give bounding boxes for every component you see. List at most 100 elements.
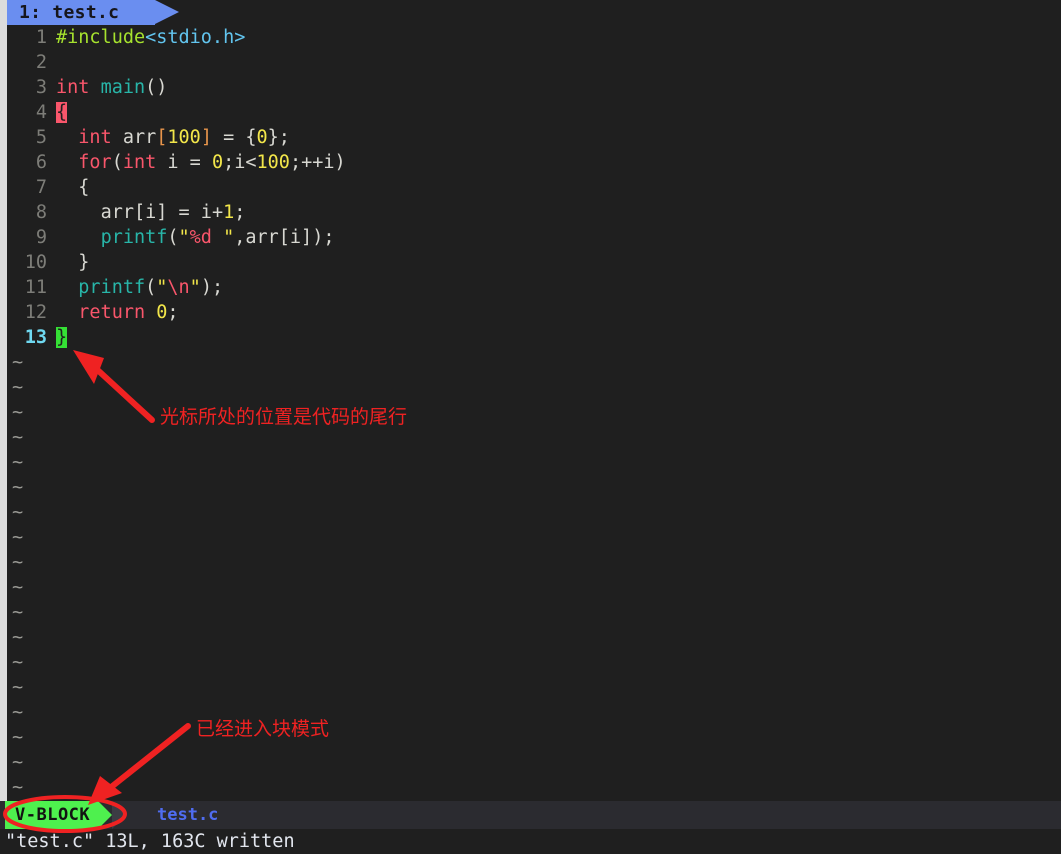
status-separator-chevron-icon <box>112 801 126 829</box>
command-line-message[interactable]: "test.c" 13L, 163C written <box>0 829 1061 854</box>
token-semicolon: ; <box>234 202 246 223</box>
token-keyword-return: return <box>78 302 146 323</box>
token-keyword-int: int <box>56 77 90 98</box>
empty-line-marker: ~ <box>12 727 24 748</box>
line-number: 9 <box>35 227 47 248</box>
token-number-0: 0 <box>211 152 224 173</box>
empty-line-marker: ~ <box>12 627 24 648</box>
statusbar: V-BLOCK test.c <box>0 801 1061 829</box>
matching-brace-highlight: { <box>56 102 68 123</box>
token-quote: " <box>178 227 190 248</box>
tabline: 1: test.c <box>7 0 1061 25</box>
code-line-7: 7 { <box>7 175 1061 200</box>
empty-line-marker: ~ <box>12 452 24 473</box>
code-line-8: 8 arr[i] = i+1; <box>7 200 1061 225</box>
token-number-0: 0 <box>156 302 168 323</box>
token-parens: () <box>145 77 168 98</box>
token-number-100: 100 <box>256 152 290 173</box>
token-paren-open: ( <box>167 227 179 248</box>
empty-line-marker: ~ <box>12 702 24 723</box>
tab-chevron-icon <box>155 0 179 24</box>
vim-window: 1: test.c 1 #include<stdio.h> 2 3 int main… <box>0 0 1061 854</box>
tab-label: 1: test.c <box>19 2 120 23</box>
empty-line-marker: ~ <box>12 477 24 498</box>
line-number: 1 <box>35 27 47 48</box>
token-function-main: main <box>100 77 146 98</box>
code-line-12: 12 return 0; <box>7 300 1061 325</box>
code-line-1: 1 #include<stdio.h> <box>7 25 1061 50</box>
status-mode-badge: V-BLOCK <box>5 801 99 829</box>
line-number: 3 <box>35 77 47 98</box>
empty-line-marker: ~ <box>12 577 24 598</box>
empty-line-marker: ~ <box>12 652 24 673</box>
line-number: 8 <box>35 202 47 223</box>
empty-line-marker: ~ <box>12 752 24 773</box>
line-number: 11 <box>24 277 47 298</box>
token-paren-open: ( <box>145 277 157 298</box>
token-keyword-int: int <box>122 152 157 173</box>
status-filename: test.c <box>157 805 219 825</box>
code-line-6: 6 for(int i = 0;i<100;++i) <box>7 150 1061 175</box>
block-cursor: } <box>56 327 68 348</box>
token-cond: ;i< <box>223 152 257 173</box>
empty-line-marker: ~ <box>12 502 24 523</box>
empty-line-marker: ~ <box>12 427 24 448</box>
token-quote: " <box>223 227 235 248</box>
code-line-11: 11 printf("\n"); <box>7 275 1061 300</box>
code-line-3: 3 int main() <box>7 75 1061 100</box>
token-brace-open: { <box>78 177 90 198</box>
token-args: ,arr[i]); <box>234 227 335 248</box>
code-line-4: 4{ <box>7 100 1061 125</box>
token-function-printf: printf <box>100 227 168 248</box>
empty-line-marker: ~ <box>12 377 24 398</box>
empty-line-marker: ~ <box>12 527 24 548</box>
empty-line-marker: ~ <box>12 402 24 423</box>
token-number-0: 0 <box>256 127 268 148</box>
status-mode-chevron-icon <box>98 801 112 829</box>
token-semicolon: ; <box>167 302 179 323</box>
line-number-current: 13 <box>24 327 47 348</box>
token-function-printf: printf <box>78 277 146 298</box>
token-assign: = { <box>211 127 257 148</box>
line-number: 10 <box>24 252 47 273</box>
token-quote: " <box>156 277 168 298</box>
code-line-9: 9 printf("%d ",arr[i]); <box>7 225 1061 250</box>
tab-test-c[interactable]: 1: test.c <box>7 0 155 25</box>
editor-buffer[interactable]: 1 #include<stdio.h> 2 3 int main() 4{ 5 in… <box>7 25 1061 801</box>
code-line-5: 5 int arr[100] = {0}; <box>7 125 1061 150</box>
token-preprocessor: #include <box>56 27 146 48</box>
line-number: 6 <box>35 152 47 173</box>
line-number: 5 <box>35 127 47 148</box>
token-brace-close: } <box>78 252 90 273</box>
line-number: 7 <box>35 177 47 198</box>
token-number-1: 1 <box>223 202 235 223</box>
token-tail: ); <box>200 277 224 298</box>
token-increment: ;++i) <box>289 152 346 173</box>
token-number-100: 100 <box>167 127 201 148</box>
code-line-10: 10 } <box>7 250 1061 275</box>
empty-line-marker: ~ <box>12 777 24 798</box>
token-keyword-for: for <box>78 152 112 173</box>
line-number: 2 <box>35 52 47 73</box>
line-number: 12 <box>24 302 47 323</box>
token-bracket-open: [ <box>156 127 168 148</box>
status-mode-label: V-BLOCK <box>15 805 91 825</box>
token-keyword-int: int <box>78 127 112 148</box>
token-escape-newline: \n <box>167 277 190 298</box>
token-paren-open: ( <box>111 152 123 173</box>
empty-line-marker: ~ <box>12 602 24 623</box>
token-header: <stdio.h> <box>145 27 246 48</box>
token-quote: " <box>189 277 201 298</box>
empty-line-markers: ~ ~ ~ ~ ~ ~ ~ ~ ~ ~ ~ ~ ~ ~ ~ ~ ~ ~ <box>7 350 1061 800</box>
token-bracket-close: ] <box>200 127 212 148</box>
code-line-13: 13} <box>7 325 1061 350</box>
empty-line-marker: ~ <box>12 352 24 373</box>
empty-line-marker: ~ <box>12 552 24 573</box>
code-line-2: 2 <box>7 50 1061 75</box>
token-assignment-expr: arr[i] = i+ <box>100 202 224 223</box>
line-number: 4 <box>35 102 47 123</box>
token-var-i: i = <box>156 152 212 173</box>
empty-line-marker: ~ <box>12 677 24 698</box>
token-tail: }; <box>267 127 290 148</box>
token-identifier-arr: arr <box>111 127 157 148</box>
